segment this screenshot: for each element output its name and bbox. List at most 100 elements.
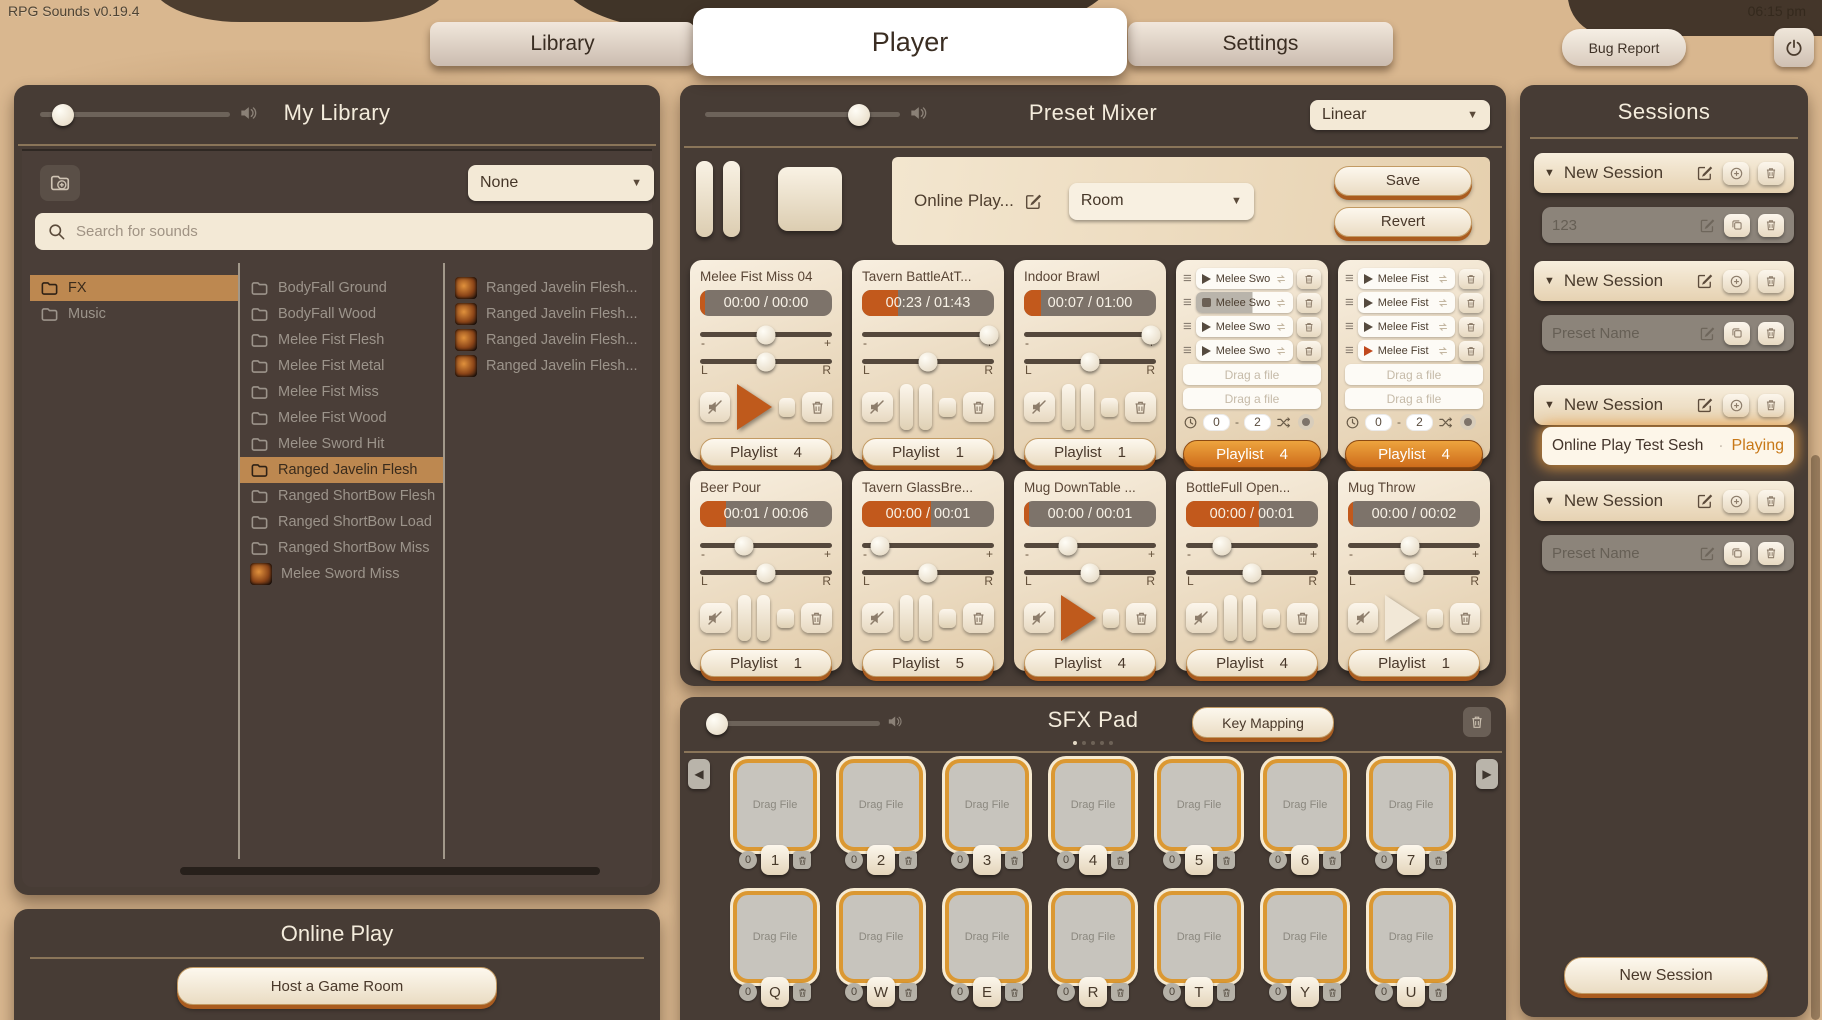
mute-button[interactable] xyxy=(1348,603,1378,633)
edit-icon[interactable] xyxy=(1024,192,1043,211)
repeat-toggle[interactable] xyxy=(1460,414,1476,430)
pad-scroll-right-button[interactable]: ▶ xyxy=(1476,759,1498,789)
playlist-button[interactable]: Playlist1 xyxy=(1024,438,1156,466)
pad-key-badge[interactable]: 6 xyxy=(1291,845,1319,875)
track-pill[interactable]: Melee Swor... xyxy=(1196,292,1293,313)
card-volume-slider[interactable] xyxy=(862,543,994,548)
loop-icon[interactable] xyxy=(1437,297,1449,309)
subfolder-item[interactable]: Melee Fist Metal xyxy=(240,353,443,379)
play-button[interactable] xyxy=(1061,595,1096,641)
pause-button[interactable] xyxy=(738,595,770,641)
card-balance-slider[interactable] xyxy=(862,359,994,364)
pad-delete-button[interactable] xyxy=(793,983,811,1001)
playlist-button[interactable]: Playlist1 xyxy=(700,649,832,677)
card-balance-slider[interactable] xyxy=(1024,359,1156,364)
pad-delete-button[interactable] xyxy=(899,983,917,1001)
drag-file-slot[interactable]: Drag a file xyxy=(1345,388,1483,409)
edit-icon[interactable] xyxy=(1699,545,1716,562)
play-button[interactable] xyxy=(737,384,772,430)
sfx-pad-slot[interactable]: Drag File xyxy=(733,891,817,983)
sfx-pad-slot[interactable]: Drag File xyxy=(839,891,923,983)
track-delete-button[interactable] xyxy=(1297,269,1321,289)
tab-player[interactable]: Player xyxy=(693,8,1127,76)
subfolder-item[interactable]: Ranged ShortBow Miss xyxy=(240,535,443,561)
stop-button[interactable] xyxy=(939,609,956,628)
playlist-button[interactable]: Playlist1 xyxy=(862,438,994,466)
track-delete-button[interactable] xyxy=(1297,341,1321,361)
drag-handle-icon[interactable]: ≡ xyxy=(1183,346,1192,356)
drag-file-slot[interactable]: Drag a file xyxy=(1183,388,1321,409)
window-scrollbar[interactable] xyxy=(1811,455,1820,1020)
track-pill[interactable]: Melee Swor... xyxy=(1196,340,1293,361)
sfx-pad-slot[interactable]: Drag File xyxy=(945,891,1029,983)
delete-button[interactable] xyxy=(802,392,832,422)
mute-button[interactable] xyxy=(700,603,731,633)
delete-preset-button[interactable] xyxy=(1758,214,1784,237)
drag-handle-icon[interactable]: ≡ xyxy=(1345,346,1354,356)
duplicate-preset-button[interactable] xyxy=(1724,542,1750,565)
delete-button[interactable] xyxy=(1450,603,1480,633)
session-preset[interactable]: Preset Name xyxy=(1542,535,1794,571)
sound-item[interactable]: Melee Sword Miss xyxy=(240,561,443,587)
mixer-mode-dropdown[interactable]: Linear▼ xyxy=(1310,100,1490,130)
subfolder-item[interactable]: BodyFall Wood xyxy=(240,301,443,327)
card-volume-slider[interactable] xyxy=(1186,543,1318,548)
track-pill[interactable]: Melee Swor... xyxy=(1196,316,1293,337)
pad-delete-button[interactable] xyxy=(1323,983,1341,1001)
loop-icon[interactable] xyxy=(1275,345,1287,357)
chevron-down-icon[interactable]: ▼ xyxy=(1544,495,1555,507)
delete-session-button[interactable] xyxy=(1758,162,1784,185)
track-pill[interactable]: Melee Fist ... xyxy=(1358,292,1455,313)
edit-icon[interactable] xyxy=(1699,325,1716,342)
delete-session-button[interactable] xyxy=(1758,394,1784,417)
track-delete-button[interactable] xyxy=(1297,293,1321,313)
interval-max-field[interactable]: 2 xyxy=(1244,414,1271,431)
stop-icon[interactable] xyxy=(1202,298,1211,307)
sfx-pad-slot[interactable]: Drag File xyxy=(733,759,817,851)
repeat-toggle[interactable] xyxy=(1298,414,1314,430)
mute-button[interactable] xyxy=(1024,392,1055,422)
mute-button[interactable] xyxy=(862,603,893,633)
pad-key-badge[interactable]: 2 xyxy=(867,845,895,875)
pad-delete-button[interactable] xyxy=(1005,851,1023,869)
pad-delete-button[interactable] xyxy=(899,851,917,869)
pad-key-badge[interactable]: 7 xyxy=(1397,845,1425,875)
pad-key-badge[interactable]: 4 xyxy=(1079,845,1107,875)
pad-key-badge[interactable]: Y xyxy=(1291,977,1319,1007)
play-icon[interactable] xyxy=(1202,346,1211,356)
pad-key-badge[interactable]: R xyxy=(1079,977,1107,1007)
pad-delete-button[interactable] xyxy=(1005,983,1023,1001)
new-session-button[interactable]: New Session xyxy=(1564,957,1768,994)
track-pill[interactable]: Melee Fist ... xyxy=(1358,340,1455,361)
playlist-button[interactable]: Playlist1 xyxy=(1348,649,1480,677)
track-pill[interactable]: Melee Swor... xyxy=(1196,268,1293,289)
mute-button[interactable] xyxy=(862,392,893,422)
drag-handle-icon[interactable]: ≡ xyxy=(1345,274,1354,284)
host-game-room-button[interactable]: Host a Game Room xyxy=(177,967,497,1005)
drag-handle-icon[interactable]: ≡ xyxy=(1183,274,1192,284)
sfx-pad-slot[interactable]: Drag File xyxy=(1369,891,1453,983)
library-filter-dropdown[interactable]: None▼ xyxy=(468,165,654,201)
mixer-stop-all-button[interactable] xyxy=(778,167,842,231)
pad-key-badge[interactable]: Q xyxy=(761,977,789,1007)
card-volume-slider[interactable] xyxy=(700,332,832,337)
bug-report-button[interactable]: Bug Report xyxy=(1562,29,1686,66)
pad-key-badge[interactable]: W xyxy=(867,977,895,1007)
card-volume-slider[interactable] xyxy=(1348,543,1480,548)
track-delete-button[interactable] xyxy=(1459,269,1483,289)
track-delete-button[interactable] xyxy=(1459,317,1483,337)
pad-key-badge[interactable]: 3 xyxy=(973,845,1001,875)
sound-file-item[interactable]: Ranged Javelin Flesh... xyxy=(445,353,644,379)
drag-handle-icon[interactable]: ≡ xyxy=(1345,322,1354,332)
session-header[interactable]: ▼ New Session xyxy=(1534,385,1794,425)
sound-file-item[interactable]: Ranged Javelin Flesh... xyxy=(445,275,644,301)
edit-icon[interactable] xyxy=(1696,164,1714,182)
delete-preset-button[interactable] xyxy=(1758,322,1784,345)
delete-button[interactable] xyxy=(1125,392,1156,422)
subfolder-item-selected[interactable]: Ranged Javelin Flesh xyxy=(240,457,443,483)
playlist-button[interactable]: Playlist4 xyxy=(1024,649,1156,677)
add-preset-button[interactable] xyxy=(1723,270,1749,293)
subfolder-item[interactable]: Melee Fist Miss xyxy=(240,379,443,405)
pad-key-badge[interactable]: U xyxy=(1397,977,1425,1007)
revert-button[interactable]: Revert xyxy=(1334,207,1472,237)
